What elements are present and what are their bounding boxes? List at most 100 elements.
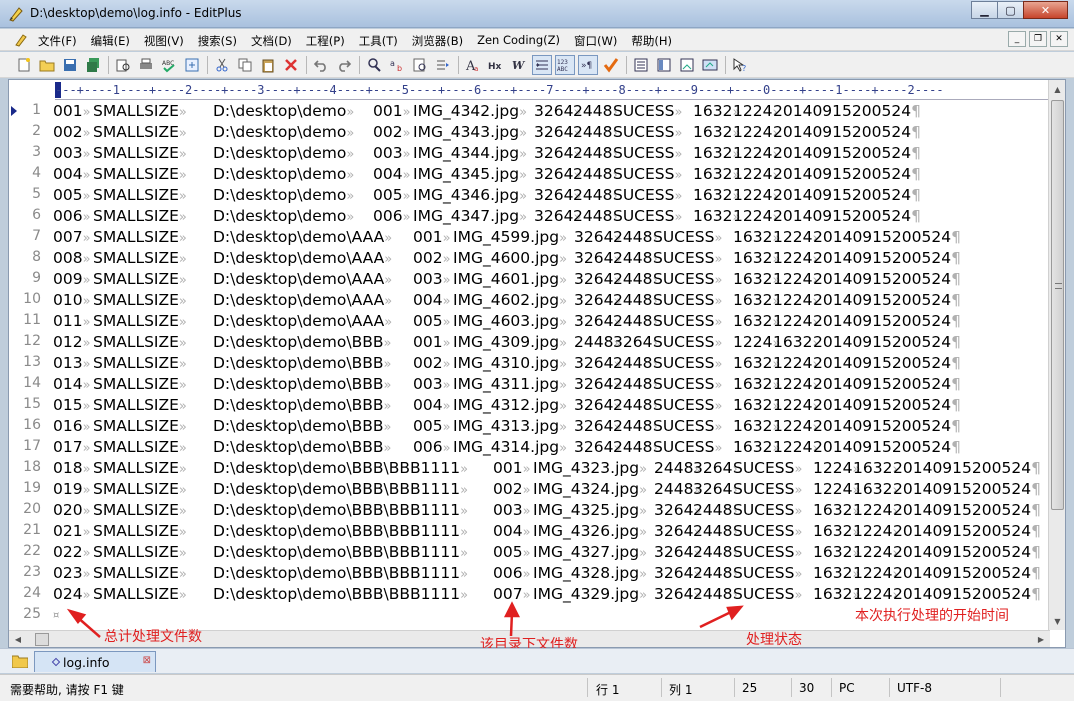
menu-item[interactable]: 工程(P) [306,33,345,49]
text-line[interactable]: 004» SMALLSIZE» D:\desktop\demo» 004» IMG_43… [53,164,1051,185]
menu-item[interactable]: 文件(F) [38,33,77,49]
font-icon[interactable]: Aa [463,55,483,75]
ruler-toggle-icon[interactable] [532,55,552,75]
text-line[interactable]: 003» SMALLSIZE» D:\desktop\demo» 003» IMG_43… [53,143,1051,164]
tab-log-info[interactable]: log.info ⊠ [34,651,156,672]
directory-path: D:\desktop\demo\AAA [213,312,385,330]
text-line[interactable]: 020» SMALLSIZE» D:\desktop\demo\BBB\BBB111… [53,500,1051,521]
full-screen-icon[interactable] [700,55,720,75]
row-number: 017 [53,438,83,456]
text-editor[interactable]: ---+----1----+----2----+----3----+----4-… [8,79,1066,648]
menu-item[interactable]: 编辑(E) [91,33,130,49]
line-number: 16 [23,417,41,433]
menu-item[interactable]: 文档(D) [251,33,292,49]
print-icon[interactable] [136,55,156,75]
delete-icon[interactable] [281,55,301,75]
menu-item[interactable]: 视图(V) [144,33,184,49]
folder-icon[interactable] [12,654,28,668]
vertical-scrollbar[interactable]: ▲ ▼ [1048,80,1065,630]
scroll-up-arrow-icon[interactable]: ▲ [1050,81,1065,97]
svg-text:W: W [512,59,526,72]
text-line[interactable]: 014» SMALLSIZE» D:\desktop\demo\BBB» 003» IM… [53,374,1051,395]
spell-check-icon[interactable]: ABC [159,55,179,75]
tab-mark-icon: » [178,189,187,204]
menu-item[interactable]: 浏览器(B) [412,33,463,49]
browser-preview-icon[interactable] [182,55,202,75]
text-line[interactable]: 015» SMALLSIZE» D:\desktop\demo\BBB» 004» IM… [53,395,1051,416]
timestamp: 20140915200524 [893,501,1032,519]
scroll-left-arrow-icon[interactable]: ◀ [11,632,25,647]
tab-mark-icon: » [460,483,469,498]
text-line[interactable]: 017» SMALLSIZE» D:\desktop\demo\BBB» 006» IM… [53,437,1051,458]
dir-file-index: 006 [413,438,443,456]
save-icon[interactable] [60,55,80,75]
row-number: 024 [53,585,83,603]
status-help-text: 需要帮助, 请按 F1 键 [10,683,124,697]
scroll-down-arrow-icon[interactable]: ▼ [1050,613,1065,629]
copy-icon[interactable] [235,55,255,75]
scroll-right-arrow-icon[interactable]: ▶ [1034,632,1048,647]
directory-window-icon[interactable] [654,55,674,75]
menu-item[interactable]: 窗口(W) [574,33,617,49]
cut-icon[interactable] [212,55,232,75]
tab-mark-icon: » [178,294,187,309]
find-in-files-icon[interactable] [410,55,430,75]
text-line[interactable]: 024» SMALLSIZE» D:\desktop\demo\BBB\BBB111… [53,584,1051,605]
tab-close-icon[interactable]: ⊠ [143,655,151,666]
text-line[interactable]: 022» SMALLSIZE» D:\desktop\demo\BBB\BBB111… [53,542,1051,563]
redo-icon[interactable] [334,55,354,75]
line-number-toggle-icon[interactable]: 123 ABC [555,55,575,75]
tab-mark-icon: » [178,357,187,372]
text-line[interactable]: 023» SMALLSIZE» D:\desktop\demo\BBB\BBB111… [53,563,1051,584]
menu-item[interactable]: 帮助(H) [631,33,672,49]
menu-item[interactable]: 搜索(S) [198,33,237,49]
menu-item[interactable]: Zen Coding(Z) [477,33,560,49]
check-icon[interactable] [601,55,621,75]
vertical-scroll-thumb[interactable] [1051,100,1064,510]
paste-icon[interactable] [258,55,278,75]
text-area[interactable]: 001» SMALLSIZE» D:\desktop\demo» 001» IMG_43… [53,101,1051,626]
find-icon[interactable] [364,55,384,75]
document-menu-icon[interactable] [14,33,28,47]
output-window-icon[interactable] [677,55,697,75]
tab-mark-icon: » [460,525,469,540]
text-line[interactable]: 008» SMALLSIZE» D:\desktop\demo\AAA» 002» IM… [53,248,1051,269]
text-line[interactable]: 005» SMALLSIZE» D:\desktop\demo» 005» IMG_43… [53,185,1051,206]
new-width: 1632 [693,165,733,183]
word-wrap-icon[interactable]: W [509,55,529,75]
horizontal-scroll-thumb[interactable] [35,633,49,646]
undo-icon[interactable] [311,55,331,75]
save-all-icon[interactable] [83,55,103,75]
text-line[interactable]: 019» SMALLSIZE» D:\desktop\demo\BBB\BBB111… [53,479,1051,500]
text-line[interactable]: 012» SMALLSIZE» D:\desktop\demo\BBB» 001» IM… [53,332,1051,353]
text-line[interactable]: 011» SMALLSIZE» D:\desktop\demo\AAA» 005» IM… [53,311,1051,332]
text-line[interactable]: 001» SMALLSIZE» D:\desktop\demo» 001» IMG_43… [53,101,1051,122]
hex-viewer-icon[interactable]: Hx [486,55,506,75]
minimize-button[interactable]: ▁ [971,1,998,19]
doc-restore-button[interactable]: ❐ [1029,31,1047,47]
new-file-icon[interactable] [14,55,34,75]
text-line[interactable]: 021» SMALLSIZE» D:\desktop\demo\BBB\BBB111… [53,521,1051,542]
close-button[interactable]: ✕ [1023,1,1068,19]
print-preview-icon[interactable] [113,55,133,75]
goto-line-icon[interactable] [433,55,453,75]
text-line[interactable]: 018» SMALLSIZE» D:\desktop\demo\BBB\BBB111… [53,458,1051,479]
open-folder-icon[interactable] [37,55,57,75]
menu-item[interactable]: 工具(T) [359,33,398,49]
doc-minimize-button[interactable]: _ [1008,31,1026,47]
new-width: 1632 [813,543,853,561]
cliptext-window-icon[interactable] [631,55,651,75]
text-line[interactable]: 010» SMALLSIZE» D:\desktop\demo\AAA» 004» IM… [53,290,1051,311]
width: 3264 [574,438,614,456]
help-icon[interactable]: ? [730,55,750,75]
text-line[interactable]: 007» SMALLSIZE» D:\desktop\demo\AAA» 001» IM… [53,227,1051,248]
replace-icon[interactable]: ab [387,55,407,75]
text-line[interactable]: 013» SMALLSIZE» D:\desktop\demo\BBB» 002» IM… [53,353,1051,374]
show-whitespace-icon[interactable]: »¶ [578,55,598,75]
doc-close-button[interactable]: ✕ [1050,31,1068,47]
text-line[interactable]: 016» SMALLSIZE» D:\desktop\demo\BBB» 005» IM… [53,416,1051,437]
text-line[interactable]: 006» SMALLSIZE» D:\desktop\demo» 006» IMG_43… [53,206,1051,227]
text-line[interactable]: 002» SMALLSIZE» D:\desktop\demo» 002» IMG_43… [53,122,1051,143]
text-line[interactable]: 009» SMALLSIZE» D:\desktop\demo\AAA» 003» IM… [53,269,1051,290]
maximize-button[interactable]: ▢ [997,1,1024,19]
